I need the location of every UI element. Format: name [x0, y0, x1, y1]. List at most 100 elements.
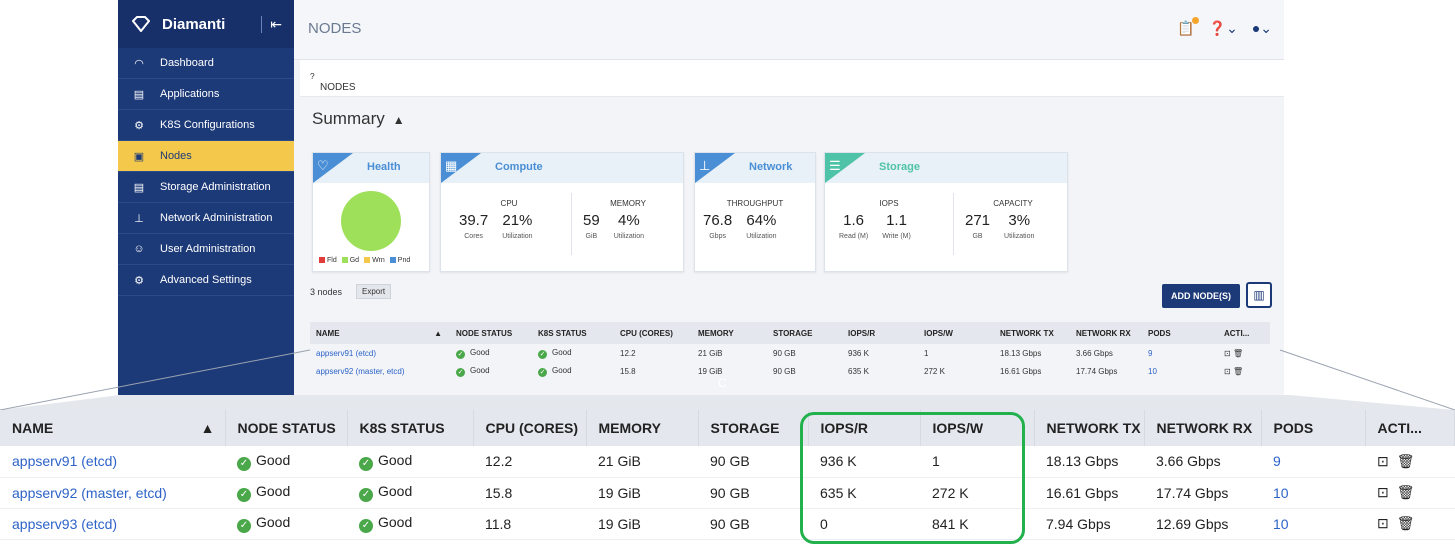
check-circle-icon: ✓: [237, 519, 251, 533]
columns-icon[interactable]: ▥: [1246, 282, 1272, 308]
metric-unit: GiB: [585, 233, 598, 240]
actions-cell: ⊡ 🗑: [1365, 446, 1455, 478]
column-header[interactable]: NODE STATUS: [225, 410, 348, 446]
column-header[interactable]: STORAGE: [767, 322, 842, 344]
sidebar-item-nodes[interactable]: ▣ Nodes: [118, 141, 294, 172]
iops-metric: IOPS 1.6 Read (M) 1.1 Write (M): [839, 199, 939, 240]
diamond-icon: [130, 13, 152, 35]
pods-link[interactable]: 9: [1142, 344, 1218, 362]
terminal-icon[interactable]: ⊡: [1377, 515, 1389, 531]
export-button[interactable]: Export: [356, 284, 392, 299]
sidebar-item-label: Applications: [160, 88, 220, 100]
column-header[interactable]: PODS: [1261, 410, 1366, 446]
column-header[interactable]: MEMORY: [692, 322, 767, 344]
collapse-sidebar-icon[interactable]: ⇤: [261, 15, 282, 33]
column-header[interactable]: NETWORK TX: [1034, 410, 1145, 446]
card-header: ☰ Storage: [825, 153, 1067, 183]
terminal-icon[interactable]: ⊡: [1224, 349, 1231, 358]
metric-unit: Utilization: [502, 233, 533, 240]
column-header[interactable]: NETWORK TX: [994, 322, 1070, 344]
sidebar-item-advanced-settings[interactable]: ⚙ Advanced Settings: [118, 265, 294, 296]
compute-card: ▦ Compute CPU 39.7 Cores 21% Utilization ME…: [440, 152, 684, 272]
cpu-metric: CPU 39.7 Cores 21% Utilization: [459, 199, 559, 240]
terminal-icon[interactable]: ⊡: [1224, 367, 1231, 376]
settings-icon: ⚙: [134, 274, 144, 287]
cpu-cell: 12.2: [473, 446, 586, 478]
metric-value: 59: [583, 212, 600, 229]
column-header[interactable]: CPU (CORES): [473, 410, 587, 446]
sidebar-item-k8s-configurations[interactable]: ⚙ K8S Configurations: [118, 110, 294, 141]
node-name-link[interactable]: appserv93 (etcd): [0, 508, 225, 540]
pods-link[interactable]: 9: [1261, 446, 1365, 478]
card-header: ⊥ Network: [695, 153, 815, 183]
metric-label: MEMORY: [610, 199, 646, 208]
trash-icon[interactable]: 🗑: [1397, 515, 1415, 531]
column-header[interactable]: PODS: [1142, 322, 1218, 344]
terminal-icon[interactable]: ⊡: [1377, 484, 1389, 500]
column-header[interactable]: K8S STATUS: [532, 322, 614, 344]
help-circle-icon[interactable]: ?: [310, 71, 315, 81]
main-content: NODES? Summary ▲ ♡ Health Fld Gd Wrn Pnd ▦…: [294, 60, 1284, 395]
users-icon: ☺: [133, 243, 145, 255]
pods-link[interactable]: 10: [1261, 508, 1365, 540]
sidebar-item-dashboard[interactable]: ◠ Dashboard: [118, 48, 294, 79]
topbar: NODES 📋 ❓⌄ ●⌄: [294, 0, 1284, 60]
sidebar-item-storage-administration[interactable]: ▤ Storage Administration: [118, 172, 294, 203]
sort-up-icon[interactable]: ▲: [434, 329, 442, 338]
sidebar-item-label: Storage Administration: [160, 181, 271, 193]
column-header[interactable]: IOPS/R: [842, 322, 918, 344]
chip-icon: ▦: [445, 158, 458, 173]
table-row: appserv91 (etcd) ✓ Good ✓ Good 12.2 21 GiB…: [0, 446, 1455, 478]
node-name-link[interactable]: appserv92 (master, etcd): [0, 477, 225, 509]
summary-title[interactable]: Summary ▲: [312, 109, 405, 129]
column-header[interactable]: NAME ▲: [310, 322, 450, 344]
chevron-up-icon[interactable]: ▲: [393, 113, 405, 127]
column-header[interactable]: ACTI...: [1365, 410, 1455, 446]
column-header[interactable]: ACTI...: [1218, 322, 1270, 344]
column-header[interactable]: NODE STATUS: [450, 322, 532, 344]
iops-r-cell: 936 K: [848, 348, 869, 358]
column-header[interactable]: NETWORK RX: [1144, 410, 1262, 446]
column-header[interactable]: MEMORY: [586, 410, 699, 446]
column-header[interactable]: K8S STATUS: [347, 410, 474, 446]
check-circle-icon: ✓: [359, 519, 373, 533]
net-rx-cell: 3.66 Gbps: [1076, 348, 1113, 358]
node-status: ✓ Good: [225, 508, 347, 540]
trash-icon[interactable]: 🗑: [1233, 367, 1243, 376]
table-header-row: NAME ▲ NODE STATUS K8S STATUS CPU (CORES)…: [0, 410, 1455, 446]
node-name-link[interactable]: appserv91 (etcd): [0, 446, 225, 478]
column-header[interactable]: CPU (CORES): [614, 322, 692, 344]
sidebar-item-network-administration[interactable]: ⊥ Network Administration: [118, 203, 294, 234]
breadcrumb-label: NODES?: [310, 71, 356, 93]
legend-pending: Pnd: [389, 257, 410, 264]
trash-icon[interactable]: 🗑: [1233, 349, 1243, 358]
sort-up-icon[interactable]: ▲: [201, 420, 215, 436]
column-header[interactable]: NETWORK RX: [1070, 322, 1142, 344]
node-name-link[interactable]: appserv91 (etcd): [310, 344, 450, 362]
trash-icon[interactable]: 🗑: [1397, 484, 1415, 500]
check-circle-icon: ✓: [538, 349, 547, 359]
column-header[interactable]: NAME ▲: [0, 410, 226, 446]
sidebar-item-applications[interactable]: ▤ Applications: [118, 79, 294, 110]
trash-icon[interactable]: 🗑: [1397, 453, 1415, 469]
add-nodes-button[interactable]: ADD NODE(S): [1162, 284, 1240, 308]
user-avatar-icon[interactable]: ●⌄: [1252, 20, 1272, 37]
column-header[interactable]: STORAGE: [698, 410, 809, 446]
table-header-row: NAME ▲ NODE STATUS K8S STATUS CPU (CORES…: [310, 322, 1270, 344]
brand-bar: Diamanti ⇤: [118, 0, 294, 48]
pods-link[interactable]: 10: [1261, 477, 1365, 509]
metric-label: CAPACITY: [993, 199, 1033, 208]
column-header[interactable]: IOPS/W: [918, 322, 994, 344]
clipboard-icon[interactable]: 📋: [1177, 17, 1200, 37]
pods-link[interactable]: 10: [1142, 362, 1218, 380]
nodes-count: 3 nodes: [310, 287, 343, 297]
metric-value: 3%: [1008, 212, 1031, 229]
node-name-link[interactable]: appserv92 (master, etcd): [310, 362, 450, 380]
terminal-icon[interactable]: ⊡: [1377, 453, 1389, 469]
check-circle-icon: ✓: [359, 456, 373, 471]
net-tx-cell: 18.13 Gbps: [1034, 446, 1144, 478]
metric-label: CPU: [500, 199, 518, 208]
help-icon[interactable]: ❓⌄: [1209, 20, 1238, 37]
metric-value: 64%: [746, 212, 777, 229]
sidebar-item-user-administration[interactable]: ☺ User Administration: [118, 234, 294, 265]
